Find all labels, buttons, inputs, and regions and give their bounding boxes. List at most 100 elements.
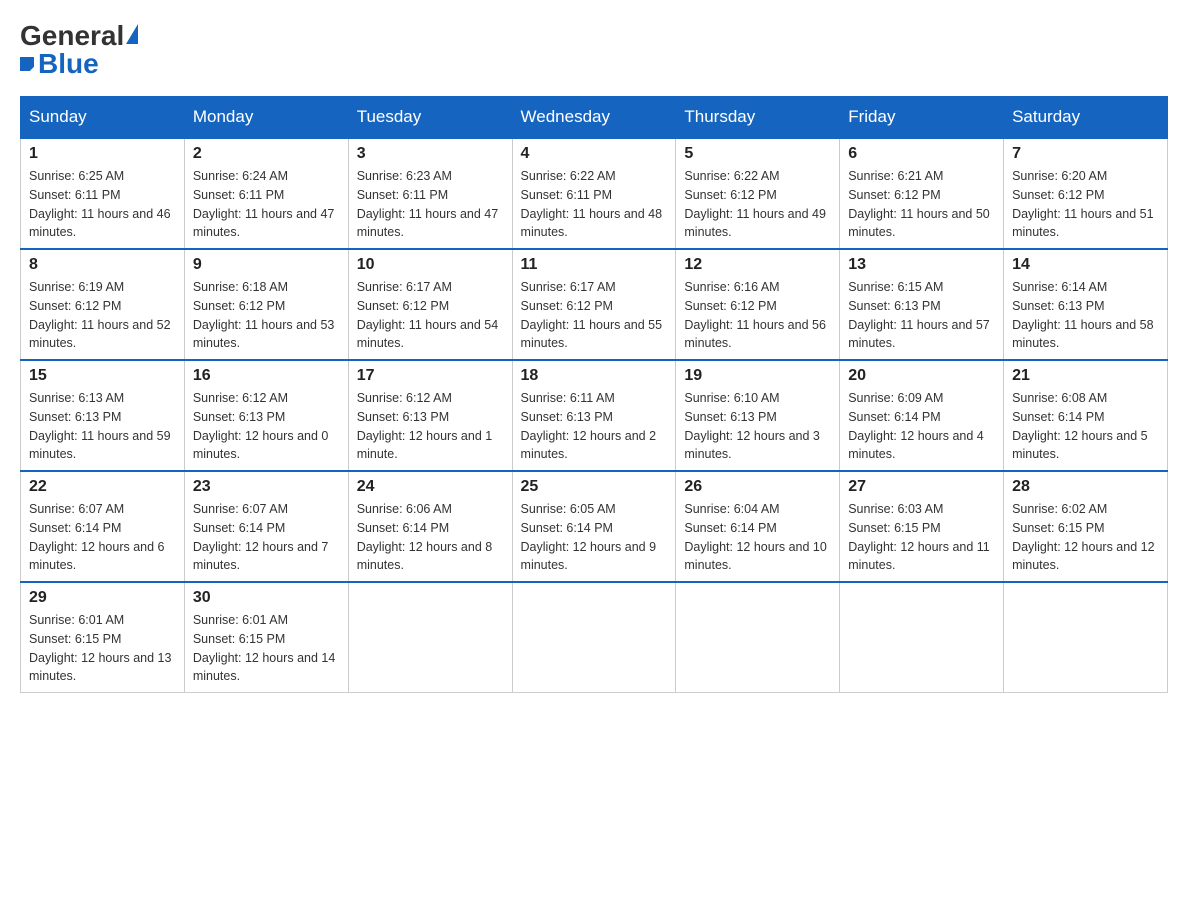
logo-blue-text: Blue — [38, 48, 99, 80]
day-info: Sunrise: 6:01 AMSunset: 6:15 PMDaylight:… — [29, 611, 176, 686]
day-number: 27 — [848, 478, 995, 496]
day-info: Sunrise: 6:25 AMSunset: 6:11 PMDaylight:… — [29, 167, 176, 242]
day-cell-28: 28 Sunrise: 6:02 AMSunset: 6:15 PMDayligh… — [1004, 471, 1168, 582]
day-cell-6: 6 Sunrise: 6:21 AMSunset: 6:12 PMDaylight… — [840, 138, 1004, 249]
day-number: 4 — [521, 145, 668, 163]
day-info: Sunrise: 6:04 AMSunset: 6:14 PMDaylight:… — [684, 500, 831, 575]
day-cell-12: 12Sunrise: 6:16 AMSunset: 6:12 PMDayligh… — [676, 249, 840, 360]
day-info: Sunrise: 6:14 AMSunset: 6:13 PMDaylight:… — [1012, 278, 1159, 353]
day-info: Sunrise: 6:13 AMSunset: 6:13 PMDaylight:… — [29, 389, 176, 464]
day-number: 2 — [193, 145, 340, 163]
empty-cell — [676, 582, 840, 693]
day-cell-13: 13Sunrise: 6:15 AMSunset: 6:13 PMDayligh… — [840, 249, 1004, 360]
day-info: Sunrise: 6:15 AMSunset: 6:13 PMDaylight:… — [848, 278, 995, 353]
weekday-header-wednesday: Wednesday — [512, 97, 676, 139]
day-number: 12 — [684, 256, 831, 274]
day-info: Sunrise: 6:18 AMSunset: 6:12 PMDaylight:… — [193, 278, 340, 353]
day-cell-23: 23 Sunrise: 6:07 AMSunset: 6:14 PMDayligh… — [184, 471, 348, 582]
day-cell-19: 19 Sunrise: 6:10 AMSunset: 6:13 PMDayligh… — [676, 360, 840, 471]
weekday-header-friday: Friday — [840, 97, 1004, 139]
empty-cell — [840, 582, 1004, 693]
day-info: Sunrise: 6:24 AMSunset: 6:11 PMDaylight:… — [193, 167, 340, 242]
day-number: 5 — [684, 145, 831, 163]
day-info: Sunrise: 6:19 AMSunset: 6:12 PMDaylight:… — [29, 278, 176, 353]
day-cell-25: 25 Sunrise: 6:05 AMSunset: 6:14 PMDayligh… — [512, 471, 676, 582]
day-number: 26 — [684, 478, 831, 496]
day-cell-8: 8Sunrise: 6:19 AMSunset: 6:12 PMDaylight… — [21, 249, 185, 360]
day-cell-27: 27Sunrise: 6:03 AMSunset: 6:15 PMDayligh… — [840, 471, 1004, 582]
day-cell-18: 18 Sunrise: 6:11 AMSunset: 6:13 PMDayligh… — [512, 360, 676, 471]
day-cell-24: 24 Sunrise: 6:06 AMSunset: 6:14 PMDayligh… — [348, 471, 512, 582]
day-number: 1 — [29, 145, 176, 163]
day-cell-10: 10 Sunrise: 6:17 AMSunset: 6:12 PMDayligh… — [348, 249, 512, 360]
day-cell-15: 15 Sunrise: 6:13 AMSunset: 6:13 PMDayligh… — [21, 360, 185, 471]
day-info: Sunrise: 6:06 AMSunset: 6:14 PMDaylight:… — [357, 500, 504, 575]
week-row-3: 15 Sunrise: 6:13 AMSunset: 6:13 PMDayligh… — [21, 360, 1168, 471]
logo-area: General Blue — [20, 20, 138, 80]
day-cell-5: 5 Sunrise: 6:22 AMSunset: 6:12 PMDaylight… — [676, 138, 840, 249]
weekday-header-sunday: Sunday — [21, 97, 185, 139]
day-cell-16: 16Sunrise: 6:12 AMSunset: 6:13 PMDayligh… — [184, 360, 348, 471]
day-number: 29 — [29, 589, 176, 607]
day-number: 3 — [357, 145, 504, 163]
day-cell-21: 21Sunrise: 6:08 AMSunset: 6:14 PMDayligh… — [1004, 360, 1168, 471]
day-number: 19 — [684, 367, 831, 385]
empty-cell — [348, 582, 512, 693]
weekday-header-row: SundayMondayTuesdayWednesdayThursdayFrid… — [21, 97, 1168, 139]
day-info: Sunrise: 6:17 AMSunset: 6:12 PMDaylight:… — [357, 278, 504, 353]
day-number: 17 — [357, 367, 504, 385]
calendar-table: SundayMondayTuesdayWednesdayThursdayFrid… — [20, 96, 1168, 693]
day-info: Sunrise: 6:09 AMSunset: 6:14 PMDaylight:… — [848, 389, 995, 464]
day-number: 6 — [848, 145, 995, 163]
day-number: 14 — [1012, 256, 1159, 274]
day-info: Sunrise: 6:22 AMSunset: 6:11 PMDaylight:… — [521, 167, 668, 242]
day-cell-11: 11 Sunrise: 6:17 AMSunset: 6:12 PMDayligh… — [512, 249, 676, 360]
week-row-2: 8Sunrise: 6:19 AMSunset: 6:12 PMDaylight… — [21, 249, 1168, 360]
day-info: Sunrise: 6:05 AMSunset: 6:14 PMDaylight:… — [521, 500, 668, 575]
day-info: Sunrise: 6:08 AMSunset: 6:14 PMDaylight:… — [1012, 389, 1159, 464]
week-row-5: 29 Sunrise: 6:01 AMSunset: 6:15 PMDayligh… — [21, 582, 1168, 693]
day-cell-22: 22Sunrise: 6:07 AMSunset: 6:14 PMDayligh… — [21, 471, 185, 582]
day-cell-29: 29 Sunrise: 6:01 AMSunset: 6:15 PMDayligh… — [21, 582, 185, 693]
day-info: Sunrise: 6:12 AMSunset: 6:13 PMDaylight:… — [357, 389, 504, 464]
weekday-header-saturday: Saturday — [1004, 97, 1168, 139]
day-number: 18 — [521, 367, 668, 385]
day-number: 24 — [357, 478, 504, 496]
day-info: Sunrise: 6:02 AMSunset: 6:15 PMDaylight:… — [1012, 500, 1159, 575]
day-number: 10 — [357, 256, 504, 274]
day-info: Sunrise: 6:22 AMSunset: 6:12 PMDaylight:… — [684, 167, 831, 242]
day-number: 20 — [848, 367, 995, 385]
day-cell-3: 3 Sunrise: 6:23 AMSunset: 6:11 PMDaylight… — [348, 138, 512, 249]
page-header: General Blue — [20, 20, 1168, 80]
logo-triangle-icon — [126, 24, 138, 44]
weekday-header-monday: Monday — [184, 97, 348, 139]
day-info: Sunrise: 6:01 AMSunset: 6:15 PMDaylight:… — [193, 611, 340, 686]
day-info: Sunrise: 6:20 AMSunset: 6:12 PMDaylight:… — [1012, 167, 1159, 242]
day-cell-26: 26 Sunrise: 6:04 AMSunset: 6:14 PMDayligh… — [676, 471, 840, 582]
day-number: 16 — [193, 367, 340, 385]
day-info: Sunrise: 6:17 AMSunset: 6:12 PMDaylight:… — [521, 278, 668, 353]
weekday-header-tuesday: Tuesday — [348, 97, 512, 139]
day-info: Sunrise: 6:21 AMSunset: 6:12 PMDaylight:… — [848, 167, 995, 242]
day-info: Sunrise: 6:11 AMSunset: 6:13 PMDaylight:… — [521, 389, 668, 464]
day-info: Sunrise: 6:07 AMSunset: 6:14 PMDaylight:… — [29, 500, 176, 575]
day-info: Sunrise: 6:10 AMSunset: 6:13 PMDaylight:… — [684, 389, 831, 464]
day-cell-1: 1 Sunrise: 6:25 AMSunset: 6:11 PMDaylight… — [21, 138, 185, 249]
day-cell-2: 2 Sunrise: 6:24 AMSunset: 6:11 PMDaylight… — [184, 138, 348, 249]
day-number: 28 — [1012, 478, 1159, 496]
week-row-4: 22Sunrise: 6:07 AMSunset: 6:14 PMDayligh… — [21, 471, 1168, 582]
day-number: 25 — [521, 478, 668, 496]
day-cell-17: 17 Sunrise: 6:12 AMSunset: 6:13 PMDayligh… — [348, 360, 512, 471]
empty-cell — [1004, 582, 1168, 693]
day-cell-7: 7Sunrise: 6:20 AMSunset: 6:12 PMDaylight… — [1004, 138, 1168, 249]
day-number: 15 — [29, 367, 176, 385]
day-number: 11 — [521, 256, 668, 274]
day-number: 30 — [193, 589, 340, 607]
day-cell-4: 4 Sunrise: 6:22 AMSunset: 6:11 PMDaylight… — [512, 138, 676, 249]
day-cell-9: 9Sunrise: 6:18 AMSunset: 6:12 PMDaylight… — [184, 249, 348, 360]
day-info: Sunrise: 6:07 AMSunset: 6:14 PMDaylight:… — [193, 500, 340, 575]
day-number: 23 — [193, 478, 340, 496]
day-cell-30: 30 Sunrise: 6:01 AMSunset: 6:15 PMDayligh… — [184, 582, 348, 693]
day-cell-20: 20 Sunrise: 6:09 AMSunset: 6:14 PMDayligh… — [840, 360, 1004, 471]
day-info: Sunrise: 6:23 AMSunset: 6:11 PMDaylight:… — [357, 167, 504, 242]
